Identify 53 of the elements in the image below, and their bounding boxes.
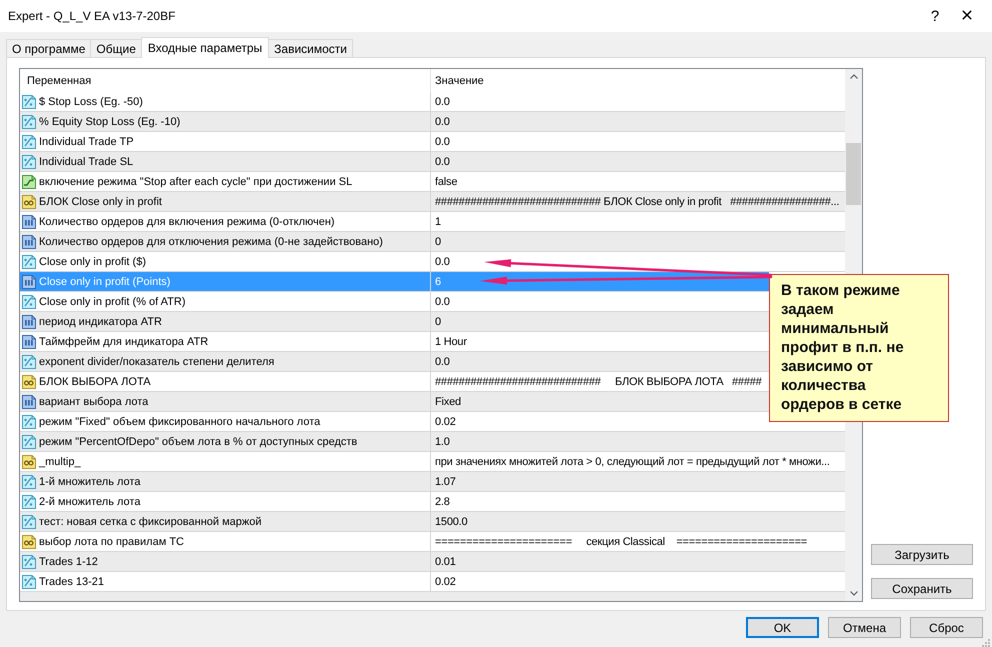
- parameter-name: Individual Trade SL: [39, 156, 134, 168]
- parameter-value: ############################ БЛОК ВЫБОРА ЛОТА #####: [435, 376, 762, 388]
- parameter-value: 2.8: [435, 496, 450, 508]
- parameter-name: период индикатора ATR: [39, 316, 162, 328]
- parameter-value: 1500.0: [435, 516, 468, 528]
- parameter-value: 0: [435, 236, 441, 248]
- parameter-name: вариант выбора лота: [39, 396, 148, 408]
- parameter-name: Individual Trade TP: [39, 136, 134, 148]
- parameter-value: ====================== секция Classical =====================: [435, 536, 808, 548]
- parameter-value: 0.01: [435, 556, 456, 568]
- parameter-value: 1 Hour: [435, 336, 467, 348]
- parameter-value: Fixed: [435, 396, 461, 408]
- parameter-value: 1: [435, 216, 441, 228]
- parameter-name: Количество ордеров для отключения режима (0-не задействовано): [39, 236, 383, 248]
- parameter-name: Trades 13-21: [39, 576, 104, 588]
- parameter-value: 0.02: [435, 576, 456, 588]
- parameter-value: 0.02: [435, 416, 456, 428]
- parameter-name: 1-й множитель лота: [39, 476, 140, 488]
- parameter-value: 1.07: [435, 476, 456, 488]
- parameter-name: режим "PercentOfDepo" объем лота в % от доступных средств: [39, 436, 358, 448]
- window-title: Expert - Q_L_V EA v13-7-20BF: [7, 9, 176, 23]
- parameter-name: % Equity Stop Loss (Eg. -10): [39, 116, 180, 128]
- parameter-name: $ Stop Loss (Eg. -50): [39, 96, 143, 108]
- parameter-name: включение режима "Stop after each cycle" при достижении SL: [39, 176, 352, 188]
- parameter-name: _multip_: [39, 456, 81, 468]
- parameter-name: 2-й множитель лота: [39, 496, 140, 508]
- parameter-value: 0.0: [435, 96, 450, 108]
- parameter-value: 0.0: [435, 116, 450, 128]
- parameter-value: false: [435, 176, 458, 188]
- parameter-name: БЛОК Close only in profit: [39, 196, 162, 208]
- parameter-name: выбор лота по правилам ТС: [39, 536, 184, 548]
- parameter-name: Close only in profit (Points): [39, 276, 170, 288]
- column-header: Значение: [434, 74, 484, 88]
- parameter-value: 0: [435, 316, 441, 328]
- parameter-name: режим "Fixed" объем фиксированного начального лота: [39, 416, 320, 428]
- parameter-name: Trades 1-12: [39, 556, 98, 568]
- parameter-value: 0.0: [435, 136, 450, 148]
- parameter-value: ############################ БЛОК Close only in profit #################...: [435, 196, 840, 208]
- parameter-name: exponent divider/показатель степени делителя: [39, 356, 274, 368]
- parameter-value: 1.0: [435, 436, 450, 448]
- parameter-value: 0.0: [435, 296, 450, 308]
- parameter-value: 6: [435, 276, 441, 288]
- parameter-name: Количество ордеров для включения режима (0-отключен): [39, 216, 335, 228]
- parameter-value: 0.0: [435, 256, 450, 268]
- parameter-name: тест: новая сетка с фиксированной маржой: [39, 516, 262, 528]
- parameter-name: Close only in profit (% of ATR): [39, 296, 186, 308]
- parameter-name: Close only in profit ($): [39, 256, 146, 268]
- parameter-value: 0.0: [435, 356, 450, 368]
- parameter-value: при значениях множитей лота > 0, следующий лот = предыдущий лот * множи...: [435, 456, 830, 468]
- note-tooltip: В таком режиме задаем минимальный профит в п.п. не зависимо от количества ордеров в сетке: [769, 274, 949, 422]
- parameter-name: Таймфрейм для индикатора ATR: [39, 336, 208, 348]
- parameter-name: БЛОК ВЫБОРА ЛОТА: [39, 376, 151, 388]
- parameter-value: 0.0: [435, 156, 450, 168]
